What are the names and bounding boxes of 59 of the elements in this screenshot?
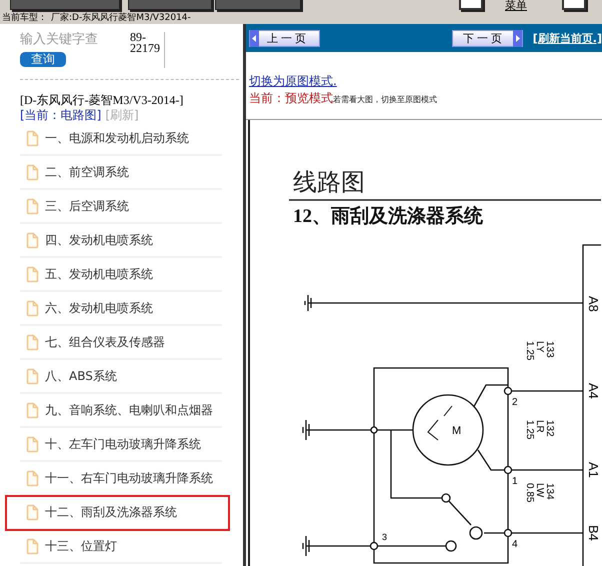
document-icon [26, 334, 39, 350]
document-icon [26, 470, 39, 486]
wire-label: 132 [544, 420, 555, 437]
diagram-list-item[interactable]: 五、发动机电喷系统 [20, 258, 222, 292]
diagram-list-item[interactable]: 六、发动机电喷系统 [20, 292, 222, 326]
wire-label: 1.25 [524, 420, 535, 440]
search-field[interactable]: 输入关键字查 [20, 32, 128, 47]
wire-label: LY [534, 341, 545, 352]
search-button[interactable]: 查询 [20, 52, 66, 67]
wire-label: 0.85 [524, 483, 535, 502]
document-icon [26, 538, 39, 554]
diagram-list-item[interactable]: 十二、雨刮及洗涤器系统 [6, 496, 229, 530]
diagram-list-item[interactable]: 九、音响系统、电喇叭和点烟器 [20, 394, 222, 428]
switch-mode-link[interactable]: 切换为原图模式. [249, 73, 602, 90]
terminal-label: A4 [586, 383, 601, 399]
pin-label: 3 [382, 532, 388, 542]
terminal-label: A8 [586, 296, 601, 312]
document-icon [26, 266, 39, 282]
wire-label: 1.25 [524, 341, 535, 360]
document-icon [26, 504, 39, 520]
pin-label: 4 [512, 539, 518, 550]
terminal-label: B4 [586, 525, 601, 541]
document-icon [26, 300, 39, 316]
wire-label: LW [534, 483, 545, 498]
current-link[interactable]: [当前：电路图] [20, 108, 102, 122]
document-icon [26, 436, 39, 452]
previous-page-button[interactable]: 上一页 [249, 30, 320, 46]
wire-label: LR [534, 420, 545, 433]
diagram-list-item[interactable]: 二、前空调系统 [20, 156, 222, 190]
wire-label: 134 [544, 483, 555, 500]
document-icon [26, 232, 39, 248]
pin-label: 2 [512, 397, 518, 408]
diagram-list-item[interactable]: 一、电源和发动机启动系统 [20, 122, 222, 156]
diagram-list-item[interactable]: 四、发动机电喷系统 [20, 224, 222, 258]
diagram-list-item[interactable]: 三、后空调系统 [20, 190, 222, 224]
diagram-list-item[interactable]: 十一、右车门电动玻璃升降系统 [20, 462, 222, 496]
pin-label: 1 [512, 476, 518, 487]
diagram-list-item[interactable]: 十、左车门电动玻璃升降系统 [20, 428, 222, 462]
diagram-title: 线路图 [293, 170, 365, 196]
refresh-page-link[interactable]: [刷新当前页.] [532, 30, 602, 46]
document-icon [26, 402, 39, 418]
document-icon [26, 130, 39, 146]
next-page-button[interactable]: 下一页 [452, 30, 523, 46]
document-icon [26, 368, 39, 384]
diagram-list-item[interactable]: 七、组合仪表及传感器 [20, 326, 222, 360]
vehicle-label: 当前车型： [2, 13, 47, 23]
diagram-list-item[interactable]: 十三、位置灯 [20, 530, 222, 564]
vehicle-title: [D-东风风行-菱智M3/V3-2014-] [20, 92, 184, 109]
terminal-label: A1 [586, 462, 601, 478]
document-icon [26, 198, 39, 214]
mode-status: 当前：预览模式若需看大图，切换至原图模式 [249, 90, 438, 107]
motor-label: M [452, 425, 462, 437]
diagram-heading: 12、雨刮及洗涤器系统 [293, 206, 483, 227]
diagram-list-item[interactable]: 八、ABS系统 [20, 360, 222, 394]
document-icon [26, 164, 39, 180]
code-text: 89-22179 [130, 32, 165, 68]
menu-label[interactable]: 菜单 [505, 0, 527, 12]
wire-label: 133 [544, 341, 555, 358]
vehicle-value: 厂家:D-东风风行菱智M3/V32014- [51, 13, 191, 23]
